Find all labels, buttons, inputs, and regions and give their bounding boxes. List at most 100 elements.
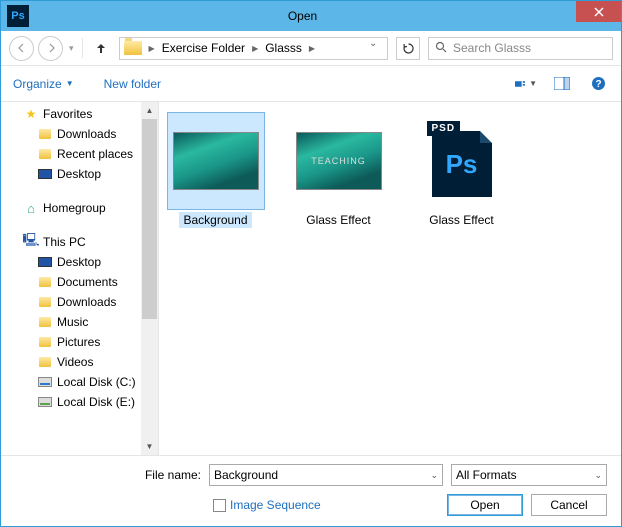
tree-local-e[interactable]: Local Disk (E:) xyxy=(1,392,142,412)
tree-documents[interactable]: Documents xyxy=(1,272,142,292)
help-icon: ? xyxy=(591,76,606,91)
file-item[interactable]: TEACHING Glass Effect xyxy=(286,112,391,228)
new-folder-button[interactable]: New folder xyxy=(104,77,161,91)
file-thumbnail xyxy=(167,112,265,210)
history-dropdown[interactable]: ▾ xyxy=(69,43,74,54)
arrow-left-icon xyxy=(17,43,27,53)
scroll-down-arrow[interactable]: ▼ xyxy=(141,438,158,455)
open-button[interactable]: Open xyxy=(447,494,523,516)
tree-homegroup[interactable]: ⌂ Homegroup xyxy=(1,198,142,218)
thumbnails-icon xyxy=(515,77,526,91)
toolbar: Organize ▼ New folder ▼ ? xyxy=(1,66,621,102)
search-input[interactable]: Search Glasss xyxy=(428,37,613,60)
sidebar-scrollbar[interactable]: ▲ ▼ xyxy=(141,102,158,455)
help-button[interactable]: ? xyxy=(587,75,609,93)
body: ★ Favorites Downloads Recent places Desk… xyxy=(1,102,621,455)
chevron-down-icon[interactable]: ⌄ xyxy=(430,470,438,481)
tree-pc-desktop[interactable]: Desktop xyxy=(1,252,142,272)
tree-pictures[interactable]: Pictures xyxy=(1,332,142,352)
window-title: Open xyxy=(29,9,576,23)
folder-icon xyxy=(39,357,51,367)
format-select[interactable]: All Formats ⌄ xyxy=(451,464,607,486)
disk-icon xyxy=(38,377,52,387)
sidebar: ★ Favorites Downloads Recent places Desk… xyxy=(1,102,159,455)
nav-tree: ★ Favorites Downloads Recent places Desk… xyxy=(1,102,142,414)
image-sequence-checkbox[interactable]: Image Sequence xyxy=(213,498,321,512)
arrow-right-icon xyxy=(46,43,56,53)
titlebar[interactable]: Ps Open xyxy=(1,1,621,31)
tree-label: Recent places xyxy=(57,147,133,161)
file-item[interactable]: PSD Ps Glass Effect xyxy=(409,112,514,228)
chevron-right-icon[interactable]: ▶ xyxy=(146,44,158,53)
organize-menu[interactable]: Organize xyxy=(13,77,62,91)
chevron-right-icon[interactable]: ▶ xyxy=(306,44,318,53)
file-label: Glass Effect xyxy=(302,212,374,228)
nav-bar: ▾ ▶ Exercise Folder ▶ Glasss ▶ ⌄ Search … xyxy=(1,31,621,66)
back-button[interactable] xyxy=(9,36,34,61)
scroll-thumb[interactable] xyxy=(142,119,157,319)
desktop-icon xyxy=(38,169,52,179)
filename-input[interactable]: Background ⌄ xyxy=(209,464,443,486)
folder-icon xyxy=(39,297,51,307)
folder-icon xyxy=(39,129,51,139)
tree-recent[interactable]: Recent places xyxy=(1,144,142,164)
refresh-button[interactable] xyxy=(396,37,420,60)
disk-icon xyxy=(38,397,52,407)
tree-downloads[interactable]: Downloads xyxy=(1,124,142,144)
search-icon xyxy=(435,41,447,56)
tree-desktop[interactable]: Desktop xyxy=(1,164,142,184)
tree-label: Desktop xyxy=(57,167,101,181)
format-value: All Formats xyxy=(456,468,517,482)
tree-label: Local Disk (C:) xyxy=(57,375,136,389)
file-item[interactable]: Background xyxy=(163,112,268,228)
file-pane[interactable]: Background TEACHING Glass Effect PSD Ps … xyxy=(159,102,621,455)
chevron-right-icon[interactable]: ▶ xyxy=(249,44,261,53)
homegroup-icon: ⌂ xyxy=(23,201,39,215)
tree-label: Homegroup xyxy=(43,201,106,215)
folder-icon xyxy=(39,149,51,159)
cancel-button[interactable]: Cancel xyxy=(531,494,607,516)
folder-icon xyxy=(39,277,51,287)
filename-label: File name: xyxy=(15,468,201,482)
tree-pc-downloads[interactable]: Downloads xyxy=(1,292,142,312)
file-thumbnail: PSD Ps xyxy=(413,112,511,210)
close-icon xyxy=(594,7,604,17)
tree-label: Downloads xyxy=(57,127,116,141)
breadcrumb-seg-2[interactable]: Glasss xyxy=(261,41,306,55)
up-button[interactable] xyxy=(91,38,111,58)
file-thumbnail: TEACHING xyxy=(290,112,388,210)
view-options-button[interactable]: ▼ xyxy=(515,75,537,93)
forward-button[interactable] xyxy=(38,36,63,61)
preview-pane-button[interactable] xyxy=(551,75,573,93)
arrow-up-icon xyxy=(95,42,107,54)
scroll-up-arrow[interactable]: ▲ xyxy=(141,102,158,119)
tree-music[interactable]: Music xyxy=(1,312,142,332)
tree-label: Documents xyxy=(57,275,118,289)
filename-value: Background xyxy=(214,468,278,482)
tree-label: Downloads xyxy=(57,295,116,309)
app-icon: Ps xyxy=(7,5,29,27)
close-button[interactable] xyxy=(576,1,621,22)
preview-pane-icon xyxy=(554,77,570,90)
psd-icon: PSD Ps xyxy=(427,121,497,201)
image-thumbnail: TEACHING xyxy=(296,132,382,190)
tree-label: Music xyxy=(57,315,88,329)
checkbox-label: Image Sequence xyxy=(230,498,321,512)
address-bar[interactable]: ▶ Exercise Folder ▶ Glasss ▶ ⌄ xyxy=(119,37,388,60)
breadcrumb-seg-1[interactable]: Exercise Folder xyxy=(158,41,249,55)
search-placeholder: Search Glasss xyxy=(453,41,531,55)
tree-favorites[interactable]: ★ Favorites xyxy=(1,104,142,124)
desktop-icon xyxy=(38,257,52,267)
path-history-dropdown[interactable]: ⌄ xyxy=(369,38,387,59)
tree-local-c[interactable]: Local Disk (C:) xyxy=(1,372,142,392)
tree-label: This PC xyxy=(43,235,86,249)
image-thumbnail xyxy=(173,132,259,190)
tree-label: Favorites xyxy=(43,107,92,121)
folder-icon xyxy=(39,317,51,327)
chevron-down-icon[interactable]: ▼ xyxy=(66,79,74,88)
tree-label: Videos xyxy=(57,355,93,369)
tree-thispc[interactable]: 🖳 This PC xyxy=(1,232,142,252)
chevron-down-icon[interactable]: ⌄ xyxy=(594,470,602,481)
tree-videos[interactable]: Videos xyxy=(1,352,142,372)
refresh-icon xyxy=(402,42,415,55)
